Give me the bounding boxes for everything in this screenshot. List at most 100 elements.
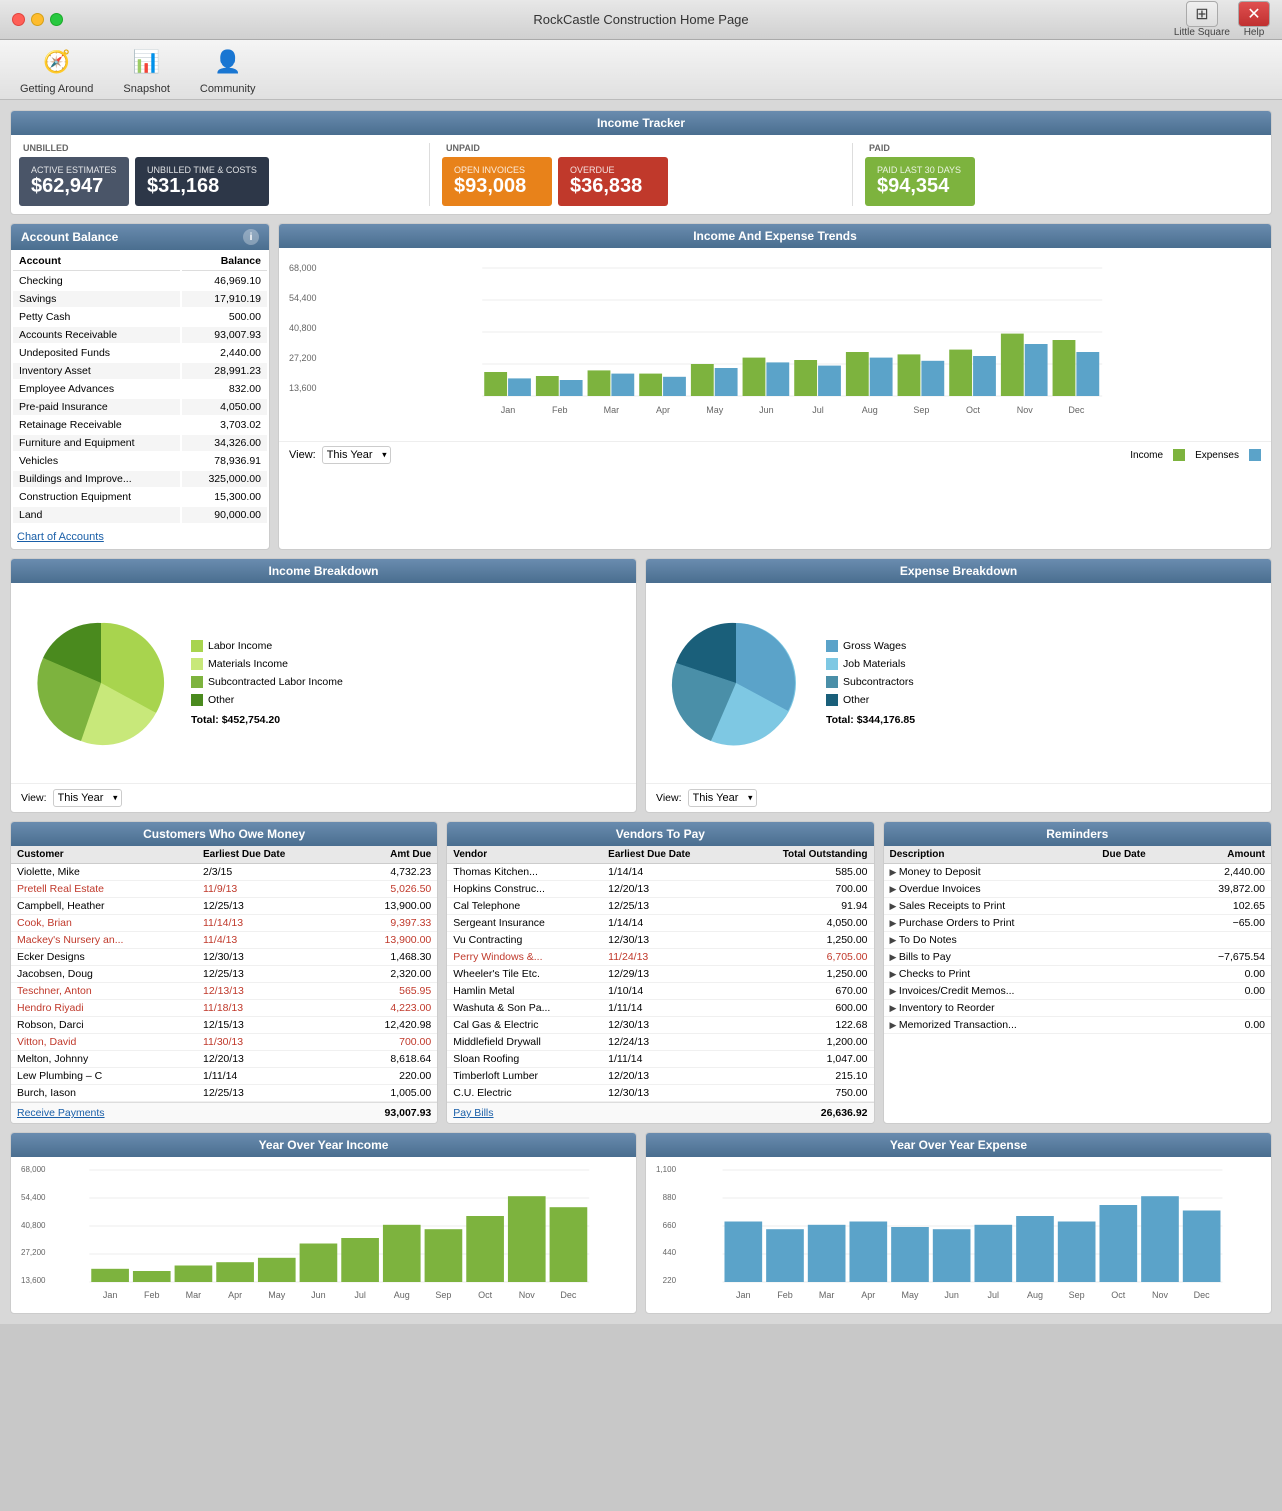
vend-row-13[interactable]: C.U. Electric12/30/13750.00 [447, 1085, 873, 1102]
toolbar-item-community[interactable]: 👤 Community [200, 44, 256, 95]
svg-text:Jul: Jul [355, 1290, 367, 1300]
ab-row-4[interactable]: Undeposited Funds2,440.00 [13, 345, 267, 361]
cust-amt-11: 8,618.64 [345, 1051, 437, 1068]
rem-row-3[interactable]: ▶ Purchase Orders to Print−65.00 [884, 915, 1272, 932]
rem-row-9[interactable]: ▶ Memorized Transaction...0.00 [884, 1017, 1272, 1034]
svg-text:Sep: Sep [1069, 1290, 1085, 1300]
cust-row-9[interactable]: Robson, Darci12/15/1312,420.98 [11, 1017, 437, 1034]
chart-of-accounts-link[interactable]: Chart of Accounts [11, 525, 269, 549]
cust-name-12: Lew Plumbing – C [11, 1068, 197, 1085]
overdue-card[interactable]: OVERDUE $36,838 [558, 157, 668, 206]
ab-row-3[interactable]: Accounts Receivable93,007.93 [13, 327, 267, 343]
cust-row-10[interactable]: Vitton, David11/30/13700.00 [11, 1034, 437, 1051]
ab-row-5[interactable]: Inventory Asset28,991.23 [13, 363, 267, 379]
rem-row-8[interactable]: ▶ Inventory to Reorder [884, 1000, 1272, 1017]
cust-row-7[interactable]: Teschner, Anton12/13/13565.95 [11, 983, 437, 1000]
svg-text:Jul: Jul [988, 1290, 1000, 1300]
vend-row-5[interactable]: Perry Windows &...11/24/136,705.00 [447, 949, 873, 966]
vend-due-12: 12/20/13 [602, 1068, 736, 1085]
cust-row-0[interactable]: Violette, Mike2/3/154,732.23 [11, 864, 437, 881]
vend-row-4[interactable]: Vu Contracting12/30/131,250.00 [447, 932, 873, 949]
cust-row-5[interactable]: Ecker Designs12/30/131,468.30 [11, 949, 437, 966]
income-legend-list: Labor Income Materials Income Subcontrac… [191, 640, 626, 726]
income-view-select[interactable]: This Year Last Year [53, 789, 122, 807]
ab-row-11[interactable]: Buildings and Improve...325,000.00 [13, 471, 267, 487]
open-invoices-card[interactable]: OPEN INVOICES $93,008 [442, 157, 552, 206]
yoy-income-y5: 68,000 [21, 1165, 45, 1174]
cust-row-2[interactable]: Campbell, Heather12/25/1313,900.00 [11, 898, 437, 915]
minimize-button[interactable] [31, 13, 44, 26]
vend-row-2[interactable]: Cal Telephone12/25/1391.94 [447, 898, 873, 915]
rem-col-due: Due Date [1096, 846, 1181, 864]
yoy-income-y4: 54,400 [21, 1193, 45, 1202]
little-square-button[interactable]: ⊞ Little Square [1174, 1, 1230, 38]
vend-row-10[interactable]: Middlefield Drywall12/24/131,200.00 [447, 1034, 873, 1051]
toolbar-item-snapshot[interactable]: 📊 Snapshot [123, 44, 169, 95]
vend-row-9[interactable]: Cal Gas & Electric12/30/13122.68 [447, 1017, 873, 1034]
vend-row-12[interactable]: Timberloft Lumber12/20/13215.10 [447, 1068, 873, 1085]
vend-row-3[interactable]: Sergeant Insurance1/14/144,050.00 [447, 915, 873, 932]
vend-row-7[interactable]: Hamlin Metal1/10/14670.00 [447, 983, 873, 1000]
cust-row-1[interactable]: Pretell Real Estate11/9/135,026.50 [11, 881, 437, 898]
ab-row-1[interactable]: Savings17,910.19 [13, 291, 267, 307]
rem-row-0[interactable]: ▶ Money to Deposit2,440.00 [884, 864, 1272, 881]
ab-row-8[interactable]: Retainage Receivable3,703.02 [13, 417, 267, 433]
cust-col-due: Earliest Due Date [197, 846, 345, 864]
rem-row-1[interactable]: ▶ Overdue Invoices39,872.00 [884, 881, 1272, 898]
cust-row-12[interactable]: Lew Plumbing – C1/11/14220.00 [11, 1068, 437, 1085]
cust-row-6[interactable]: Jacobsen, Doug12/25/132,320.00 [11, 966, 437, 983]
vend-row-8[interactable]: Washuta & Son Pa...1/11/14600.00 [447, 1000, 873, 1017]
ab-row-10[interactable]: Vehicles78,936.91 [13, 453, 267, 469]
toolbar-item-getting-around[interactable]: 🧭 Getting Around [20, 44, 93, 95]
cust-row-4[interactable]: Mackey's Nursery an...11/4/1313,900.00 [11, 932, 437, 949]
close-button[interactable] [12, 13, 25, 26]
vend-name-6: Wheeler's Tile Etc. [447, 966, 602, 983]
svg-text:Nov: Nov [1016, 405, 1033, 415]
ab-row-0[interactable]: Checking46,969.10 [13, 273, 267, 289]
unbilled-time-sublabel: UNBILLED TIME & COSTS [147, 165, 257, 175]
vend-row-1[interactable]: Hopkins Construc...12/20/13700.00 [447, 881, 873, 898]
cust-row-13[interactable]: Burch, Iason12/25/131,005.00 [11, 1085, 437, 1102]
vend-name-8: Washuta & Son Pa... [447, 1000, 602, 1017]
vendors-card: Vendors To Pay Vendor Earliest Due Date … [446, 821, 874, 1124]
ab-row-9[interactable]: Furniture and Equipment34,326.00 [13, 435, 267, 451]
ie-view-select[interactable]: This Year Last Year [322, 446, 391, 464]
breakdown-section: Income Breakdown Labor Income [10, 558, 1272, 813]
ab-balance-6: 832.00 [182, 381, 267, 397]
income-legend-entry-2: Subcontracted Labor Income [191, 676, 626, 688]
ab-row-13[interactable]: Land90,000.00 [13, 507, 267, 523]
active-estimates-card[interactable]: ACTIVE ESTIMATES $62,947 [19, 157, 129, 206]
ab-row-2[interactable]: Petty Cash500.00 [13, 309, 267, 325]
income-total: Total: $452,754.20 [191, 714, 626, 726]
vend-due-2: 12/25/13 [602, 898, 736, 915]
rem-arrow-7: ▶ [890, 986, 899, 996]
rem-row-6[interactable]: ▶ Checks to Print0.00 [884, 966, 1272, 983]
y-label-4: 54,400 [289, 293, 317, 303]
rem-row-7[interactable]: ▶ Invoices/Credit Memos...0.00 [884, 983, 1272, 1000]
rem-row-5[interactable]: ▶ Bills to Pay−7,675.54 [884, 949, 1272, 966]
vend-row-0[interactable]: Thomas Kitchen...1/14/14585.00 [447, 864, 873, 881]
pay-bills-link[interactable]: Pay Bills [453, 1107, 493, 1119]
rem-row-2[interactable]: ▶ Sales Receipts to Print102.65 [884, 898, 1272, 915]
ab-row-12[interactable]: Construction Equipment15,300.00 [13, 489, 267, 505]
cust-row-3[interactable]: Cook, Brian11/14/139,397.33 [11, 915, 437, 932]
cust-name-2: Campbell, Heather [11, 898, 197, 915]
ab-row-6[interactable]: Employee Advances832.00 [13, 381, 267, 397]
account-balance-info[interactable]: i [243, 229, 259, 245]
vend-row-11[interactable]: Sloan Roofing1/11/141,047.00 [447, 1051, 873, 1068]
help-button[interactable]: ✕ Help [1238, 1, 1270, 38]
cust-row-11[interactable]: Melton, Johnny12/20/138,618.64 [11, 1051, 437, 1068]
receive-payments-link[interactable]: Receive Payments [17, 1107, 105, 1119]
svg-text:Feb: Feb [552, 405, 568, 415]
rem-row-4[interactable]: ▶ To Do Notes [884, 932, 1272, 949]
unbilled-time-card[interactable]: UNBILLED TIME & COSTS $31,168 [135, 157, 269, 206]
paid-last-30-card[interactable]: PAID LAST 30 DAYS $94,354 [865, 157, 975, 206]
snapshot-icon: 📊 [129, 44, 165, 80]
expense-legend-entry-2: Subcontractors [826, 676, 1261, 688]
vend-row-6[interactable]: Wheeler's Tile Etc.12/29/131,250.00 [447, 966, 873, 983]
expense-view-select[interactable]: This Year Last Year [688, 789, 757, 807]
cust-row-8[interactable]: Hendro Riyadi11/18/134,223.00 [11, 1000, 437, 1017]
svg-text:Nov: Nov [1152, 1290, 1169, 1300]
ab-row-7[interactable]: Pre-paid Insurance4,050.00 [13, 399, 267, 415]
maximize-button[interactable] [50, 13, 63, 26]
